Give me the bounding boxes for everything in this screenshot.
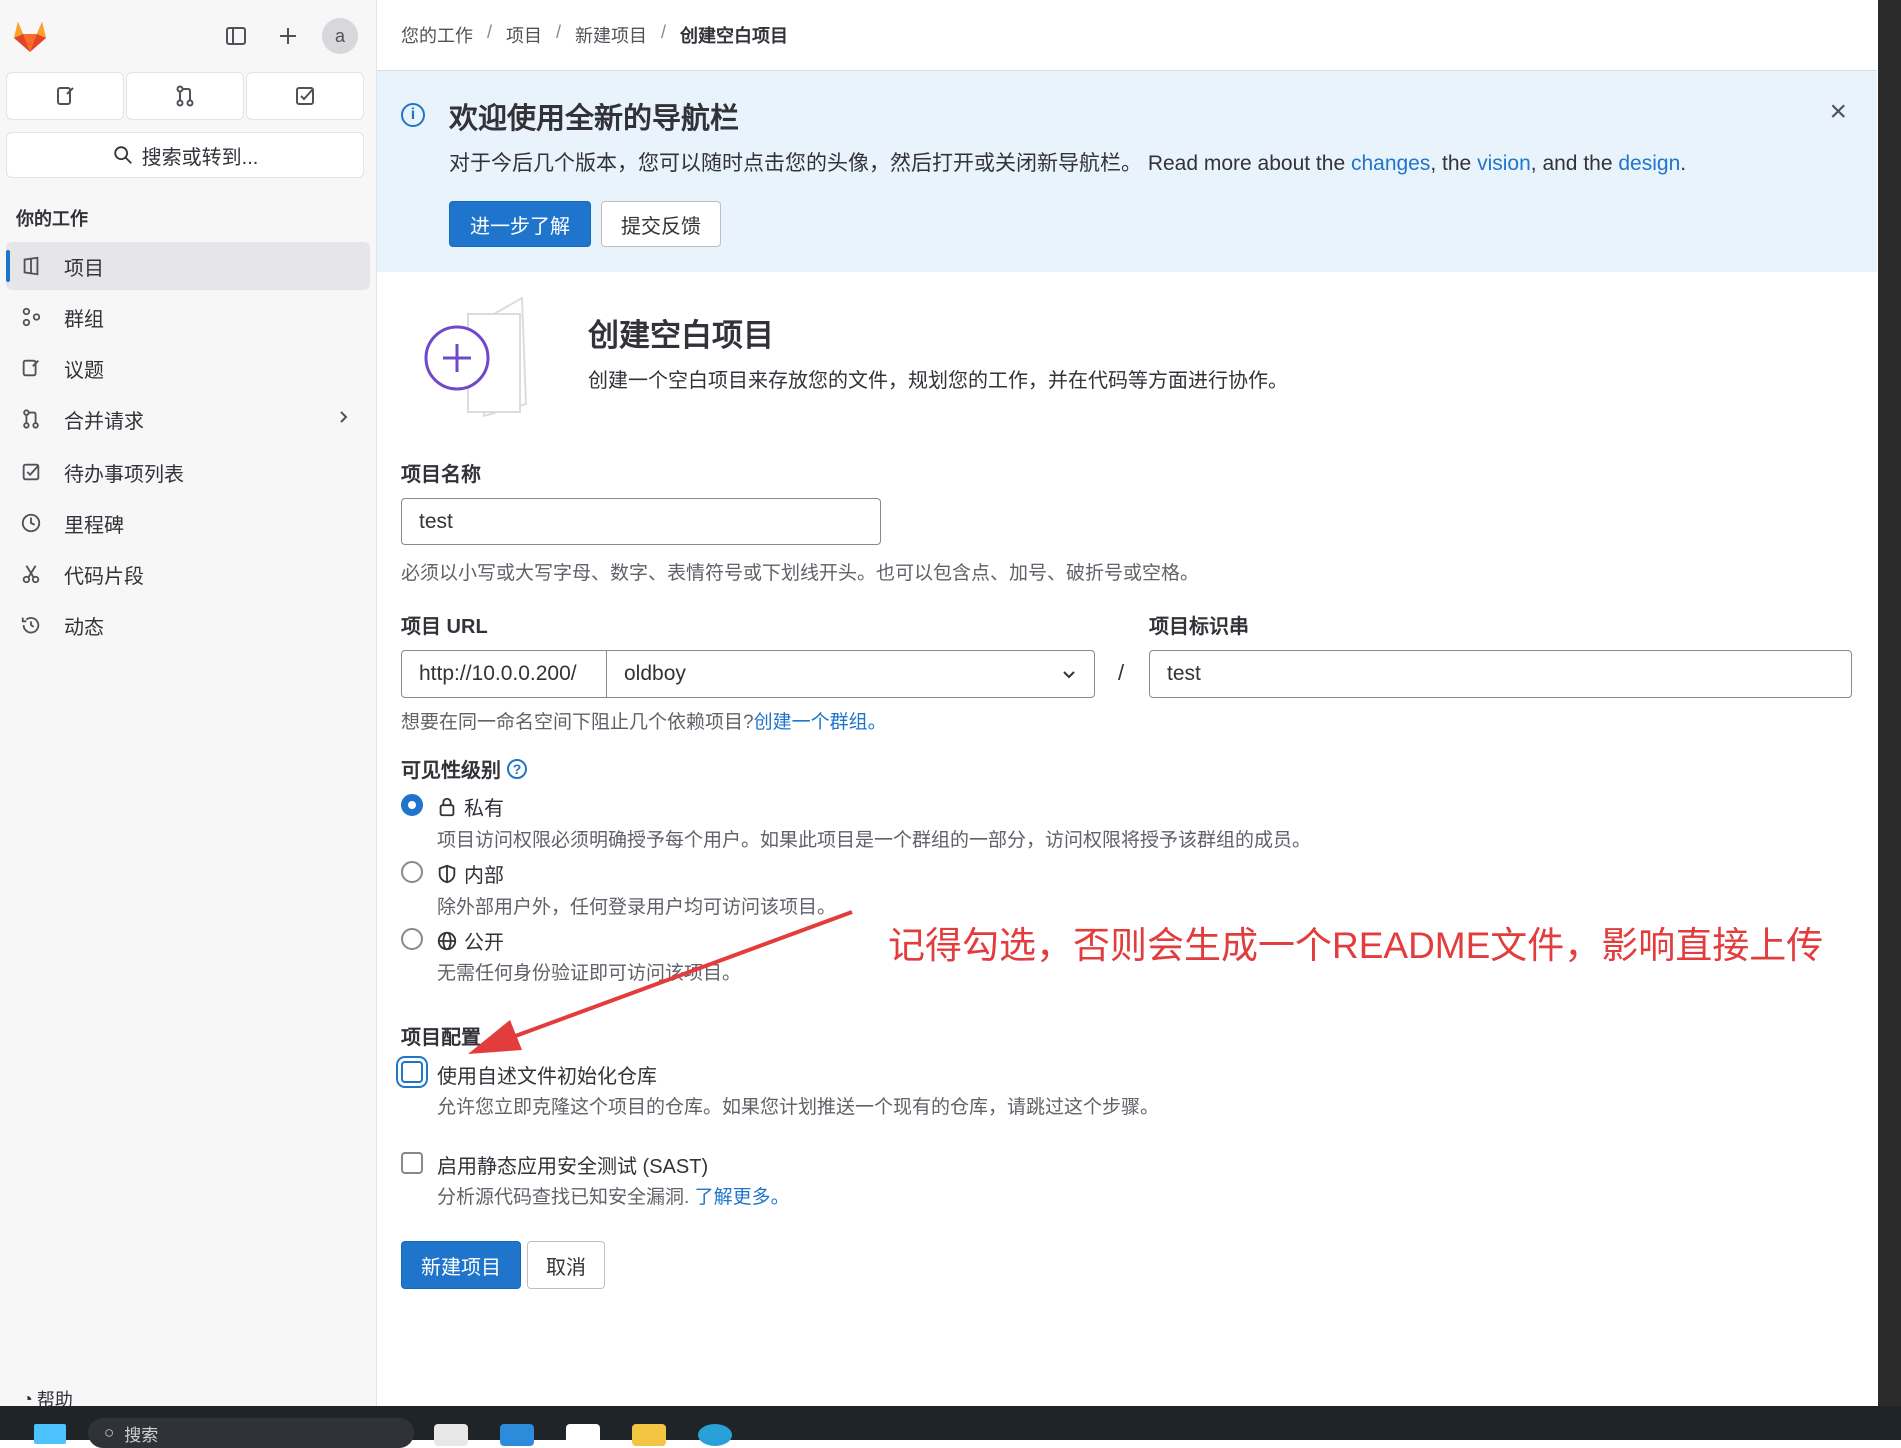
app-icon[interactable] — [434, 1424, 468, 1446]
annotation-arrow — [468, 910, 853, 1054]
taskbar-search[interactable]: ○ 搜索 — [88, 1418, 414, 1448]
folder-icon[interactable] — [632, 1424, 666, 1446]
start-icon[interactable] — [34, 1424, 66, 1444]
search-icon: ○ — [104, 1423, 115, 1442]
browser-icon[interactable] — [698, 1424, 732, 1446]
app-icon[interactable] — [500, 1424, 534, 1446]
taskbar-search-text: 搜索 — [124, 1425, 159, 1445]
app-icon[interactable] — [566, 1424, 600, 1446]
annotation-text: 记得勾选，否则会生成一个README文件，影响直接上传 — [888, 925, 1824, 966]
window-edge — [1878, 0, 1901, 1406]
